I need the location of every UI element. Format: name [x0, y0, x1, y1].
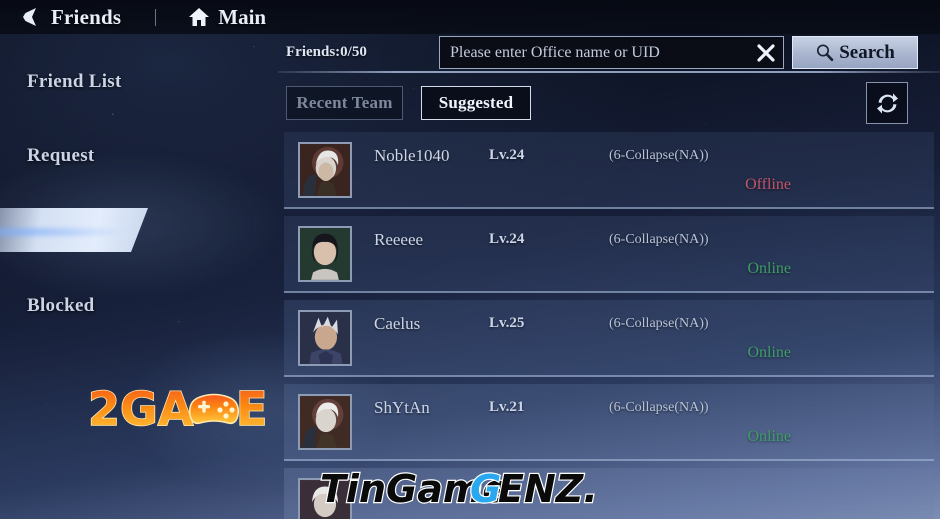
friend-name: Reeeee	[374, 230, 424, 249]
avatar[interactable]	[298, 310, 352, 366]
friend-server: (6-Collapse(NA))	[609, 148, 709, 163]
back-arrow-icon	[16, 8, 36, 26]
sidebar-active-highlight	[0, 208, 148, 252]
avatar[interactable]	[298, 394, 352, 450]
home-icon	[189, 8, 210, 26]
search-placeholder: Please enter Office name or UID	[450, 43, 660, 61]
avatar-image	[300, 480, 350, 519]
friend-level: Lv.24	[489, 231, 525, 247]
game-friends-screen: Friends Main Friend List Request Add Blo…	[0, 0, 940, 519]
tab-bar: Recent Team Suggested	[278, 82, 940, 130]
tab-label: Suggested	[438, 93, 514, 112]
sidebar-item-add[interactable]: Add	[0, 208, 278, 252]
page-title: Friends	[51, 4, 122, 29]
friend-row[interactable]: Reeeee Lv.24 (6-Collapse(NA)) Online	[284, 216, 934, 293]
main-label: Main	[218, 4, 267, 29]
avatar-image	[300, 396, 350, 448]
sidebar-item-label: Blocked	[27, 295, 95, 316]
main-home-button[interactable]: Main	[188, 5, 266, 30]
friend-name: Noble1040	[374, 146, 450, 165]
friend-list[interactable]: Noble1040 Lv.24 (6-Collapse(NA)) Offline	[278, 132, 940, 519]
tab-label: Recent Team	[296, 93, 393, 112]
sidebar-item-label: Request	[27, 145, 95, 166]
refresh-icon	[876, 92, 898, 114]
topbar-divider	[155, 8, 157, 26]
friend-row[interactable]: Noble1040 Lv.24 (6-Collapse(NA)) Offline	[284, 132, 934, 209]
friend-level: Lv.25	[489, 315, 525, 331]
friend-name: Caelus	[374, 314, 421, 333]
avatar[interactable]	[298, 226, 352, 282]
status-badge: Online	[747, 344, 791, 361]
toolbar-divider	[278, 71, 940, 73]
magnifier-icon	[817, 44, 834, 62]
friend-server: (6-Collapse(NA))	[609, 232, 709, 247]
friends-panel: Friends:0/50 Please enter Office name or…	[278, 34, 940, 519]
friend-name: ShYtAn	[374, 398, 430, 417]
avatar[interactable]	[298, 478, 352, 519]
top-bar: Friends Main	[0, 0, 940, 34]
avatar[interactable]	[298, 142, 352, 198]
search-input[interactable]: Please enter Office name or UID	[439, 36, 784, 69]
status-badge: Online	[747, 428, 791, 445]
friend-row[interactable]: ShYtAn Lv.21 (6-Collapse(NA)) Online	[284, 384, 934, 461]
search-button-label: Search	[839, 41, 895, 63]
search-toolbar: Friends:0/50 Please enter Office name or…	[278, 34, 940, 74]
sidebar-item-label: Friend List	[27, 71, 122, 92]
close-x-icon[interactable]	[751, 37, 781, 68]
sidebar: Friend List Request Add Blocked	[0, 34, 278, 519]
friend-row[interactable]: Caelus Lv.25 (6-Collapse(NA)) Online	[284, 300, 934, 377]
friend-level: Lv.21	[489, 399, 525, 415]
sidebar-item-blocked[interactable]: Blocked	[0, 284, 278, 328]
status-badge: Offline	[745, 176, 791, 193]
friend-count-label: Friends:0/50	[286, 44, 367, 60]
tab-suggested[interactable]: Suggested	[421, 86, 531, 120]
sidebar-item-friend-list[interactable]: Friend List	[0, 60, 278, 104]
friend-level: Lv.24	[489, 147, 525, 163]
refresh-button[interactable]	[866, 82, 908, 124]
friend-row-partial[interactable]	[284, 468, 934, 519]
avatar-image	[300, 228, 350, 280]
friend-server: (6-Collapse(NA))	[609, 400, 709, 415]
tab-recent-team[interactable]: Recent Team	[286, 86, 403, 120]
search-button[interactable]: Search	[792, 36, 918, 69]
avatar-image	[300, 144, 350, 196]
back-button[interactable]	[12, 6, 42, 28]
status-badge: Online	[747, 260, 791, 277]
friend-server: (6-Collapse(NA))	[609, 316, 709, 331]
avatar-image	[300, 312, 350, 364]
sidebar-item-request[interactable]: Request	[0, 134, 278, 178]
